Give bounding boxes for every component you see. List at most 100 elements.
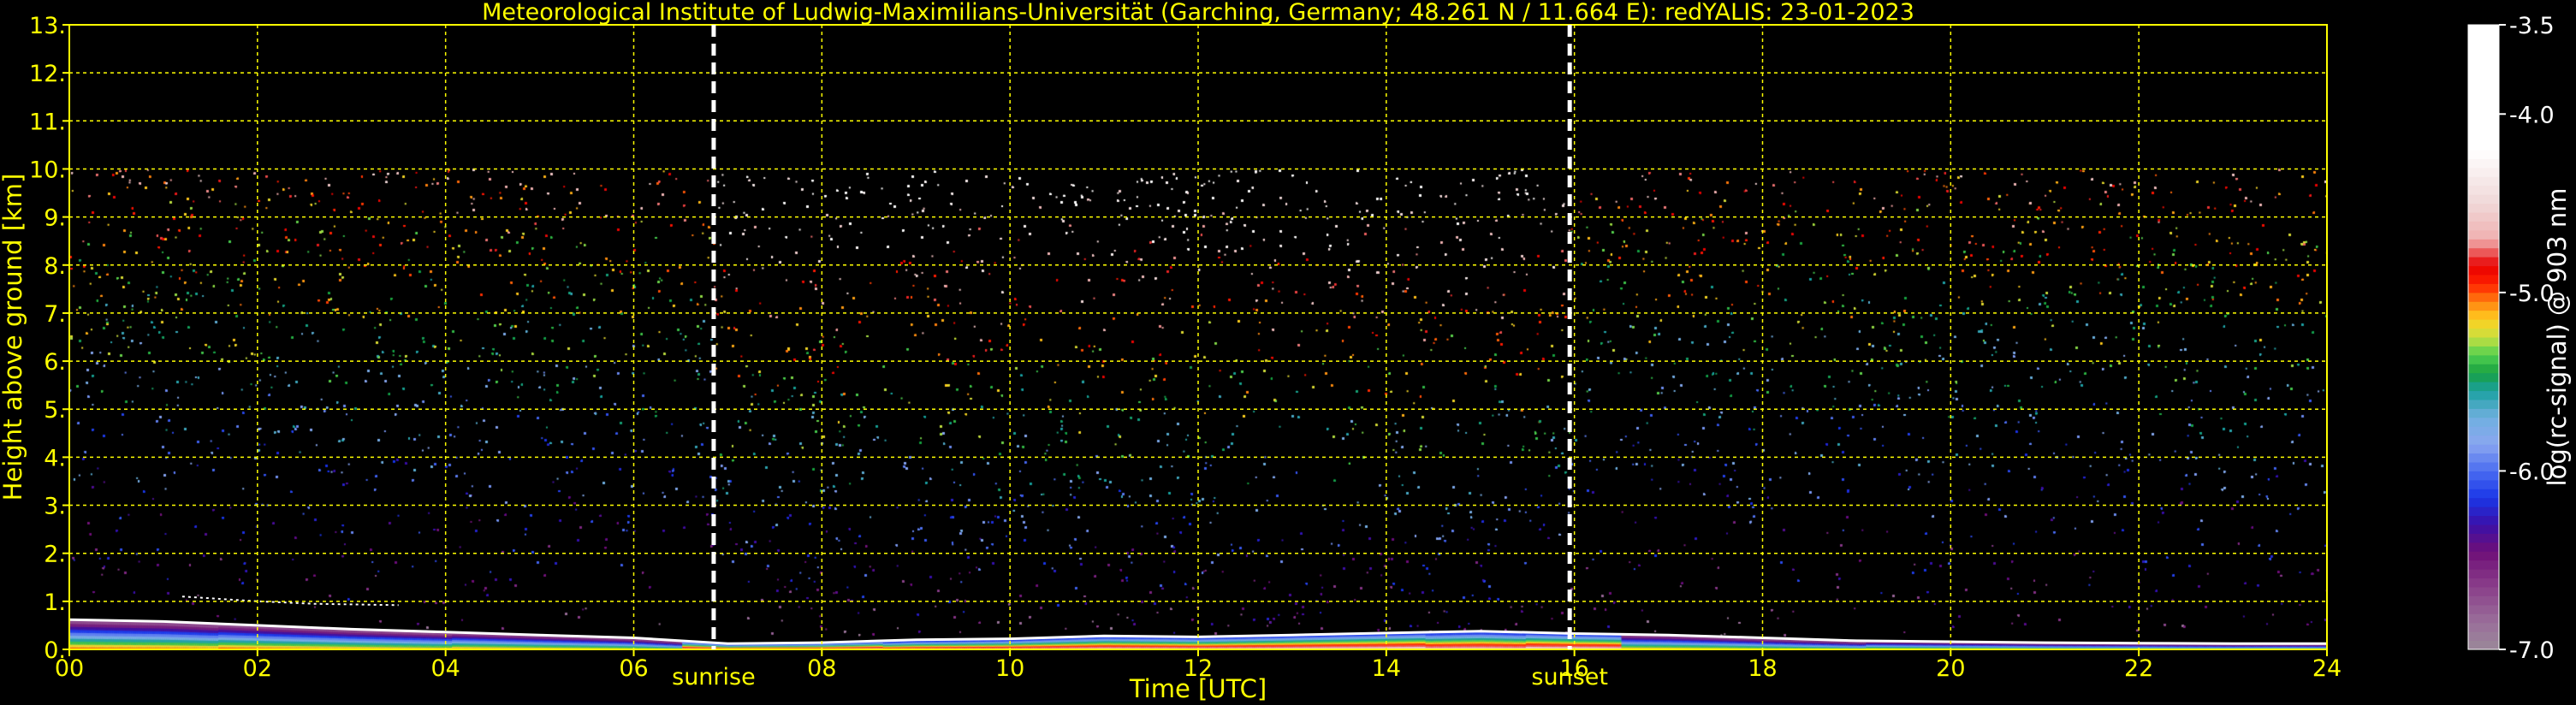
y-axis-label: Height above ground [km]: [0, 174, 27, 501]
colorbar-segment: [2468, 283, 2499, 293]
colorbar-segment: [2468, 104, 2499, 115]
noise-image: [69, 25, 2327, 649]
colorbar-segment: [2468, 390, 2499, 400]
y-tick-label: 3.: [44, 494, 66, 520]
x-tick-label: 10: [995, 655, 1024, 682]
colorbar-segment: [2468, 640, 2499, 650]
colorbar-segment: [2468, 96, 2499, 106]
colorbar-segment: [2468, 426, 2499, 436]
colorbar-segment: [2468, 158, 2499, 169]
colorbar-segment: [2468, 364, 2499, 374]
sunrise-label: sunrise: [672, 664, 756, 690]
colorbar-segment: [2468, 533, 2499, 543]
colorbar-segment: [2468, 471, 2499, 481]
y-tick-label: 1.: [44, 589, 66, 616]
colorbar-segment: [2468, 78, 2499, 88]
colorbar-segment: [2468, 400, 2499, 409]
colorbar-segment: [2468, 346, 2499, 356]
y-tick-label: 4.: [44, 445, 66, 471]
colorbar-segment: [2468, 257, 2499, 267]
y-tick-label: 10.: [29, 157, 66, 183]
colorbar-segment: [2468, 247, 2499, 258]
colorbar-segment: [2468, 444, 2499, 454]
colorbar-segment: [2468, 604, 2499, 614]
y-tick-label: 7.: [44, 301, 66, 328]
x-axis-label: Time [UTC]: [1129, 674, 1267, 703]
colorbar-segment: [2468, 622, 2499, 632]
colorbar-segment: [2468, 51, 2499, 62]
colorbar-segment: [2468, 497, 2499, 507]
colorbar-segment: [2468, 507, 2499, 517]
colorbar-segment: [2468, 551, 2499, 561]
x-tick-label: 20: [1936, 655, 1965, 682]
colorbar-segment: [2468, 408, 2499, 418]
colorbar-segment: [2468, 176, 2499, 187]
colorbar-segment: [2468, 122, 2499, 133]
colorbar-segment: [2468, 587, 2499, 596]
colorbar-segment: [2468, 221, 2499, 231]
colorbar-segment: [2468, 328, 2499, 338]
colorbar-label: log(rc-signal) @ 903 nm: [2543, 188, 2572, 487]
colorbar-segment: [2468, 310, 2499, 320]
y-tick-label: 0.: [44, 637, 66, 664]
y-tick-label: 5.: [44, 397, 66, 424]
colorbar-tick-label: -3.5: [2509, 13, 2555, 39]
y-tick-label: 11.: [29, 109, 66, 135]
y-tick-label: 9.: [44, 205, 66, 232]
colorbar-segment: [2468, 301, 2499, 311]
colorbar-segment: [2468, 275, 2499, 284]
y-tick-label: 13.: [29, 13, 66, 39]
colorbar-segment: [2468, 140, 2499, 151]
colorbar-segment: [2468, 354, 2499, 364]
colorbar-segment: [2468, 578, 2499, 588]
x-tick-label: 08: [807, 655, 836, 682]
colorbar-segment: [2468, 560, 2499, 570]
x-tick-label: 22: [2124, 655, 2153, 682]
colorbar-segment: [2468, 542, 2499, 552]
colorbar-segment: [2468, 185, 2499, 195]
colorbar-segment: [2468, 167, 2499, 177]
colorbar-segment: [2468, 212, 2499, 222]
colorbar-tick-label: -7.0: [2509, 637, 2555, 664]
x-tick-label: 18: [1748, 655, 1777, 682]
x-tick-label: 16: [1559, 655, 1588, 682]
colorbar-tick-label: -4.0: [2509, 102, 2555, 128]
colorbar-segment: [2468, 337, 2499, 347]
colorbar-segment: [2468, 132, 2499, 142]
colorbar-segment: [2468, 203, 2499, 213]
colorbar-segment: [2468, 114, 2499, 124]
colorbar-segment: [2468, 69, 2499, 80]
colorbar-segment: [2468, 462, 2499, 471]
x-tick-label: 14: [1372, 655, 1401, 682]
colorbar-segment: [2468, 524, 2499, 534]
chart-title: Meteorological Institute of Ludwig-Maxim…: [482, 0, 1914, 26]
colorbar-segment: [2468, 613, 2499, 624]
x-tick-label: 02: [243, 655, 272, 682]
colorbar-segment: [2468, 372, 2499, 382]
colorbar-segment: [2468, 150, 2499, 159]
colorbar-segment: [2468, 60, 2499, 70]
colorbar-segment: [2468, 515, 2499, 525]
colorbar-segment: [2468, 453, 2499, 463]
colorbar-segment: [2468, 33, 2499, 44]
colorbar-segment: [2468, 435, 2499, 445]
colorbar-segment: [2468, 229, 2499, 240]
colorbar-segment: [2468, 194, 2499, 204]
x-tick-label: 06: [619, 655, 648, 682]
x-tick-label: 24: [2312, 655, 2342, 682]
colorbar-segment: [2468, 479, 2499, 489]
colorbar-segment: [2468, 292, 2499, 302]
colorbar-segment: [2468, 265, 2499, 275]
colorbar-segment: [2468, 417, 2499, 427]
colorbar-segment: [2468, 382, 2499, 392]
lidar-quicklook-chart: sunrise sunset 00 02 04 06 08 10 12 14 16 18 20 22 24…: [0, 0, 2576, 705]
colorbar-segment: [2468, 595, 2499, 606]
y-tick-label: 12.: [29, 61, 66, 87]
colorbar-segment: [2468, 87, 2499, 97]
y-tick-label: 2.: [44, 542, 66, 568]
colorbar-segment: [2468, 489, 2499, 499]
colorbar-segment: [2468, 631, 2499, 642]
colorbar-segment: [2468, 42, 2499, 52]
colorbar-segment: [2468, 319, 2499, 329]
colorbar-segment: [2468, 239, 2499, 249]
